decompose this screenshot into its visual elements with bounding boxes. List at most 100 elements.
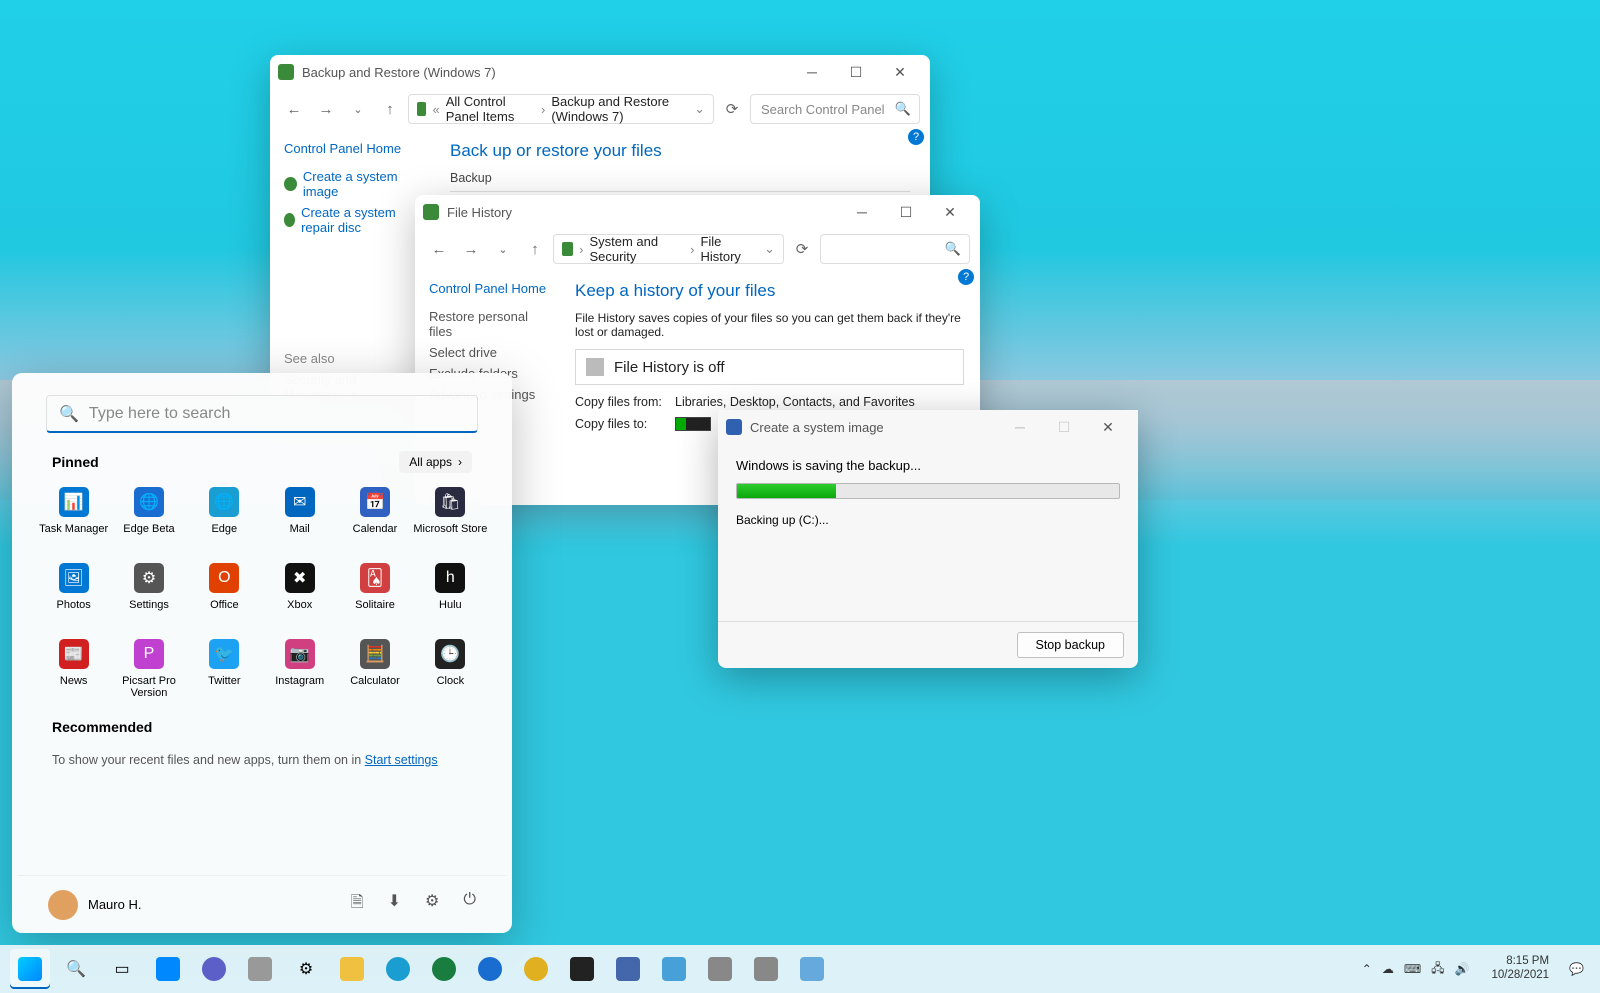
search-input[interactable]: 🔍 (820, 234, 970, 264)
settings-icon[interactable]: ⚙ (425, 891, 439, 918)
start-button[interactable] (10, 949, 50, 989)
edge-dev-icon (432, 957, 456, 981)
up-button[interactable]: ↑ (376, 95, 404, 123)
create-system-image-link[interactable]: Create a system image (284, 166, 426, 202)
pinned-app[interactable]: 🛍Microsoft Store (413, 481, 488, 557)
pinned-app[interactable]: 🐦Twitter (187, 633, 262, 709)
refresh-button[interactable]: ⟳ (788, 235, 816, 263)
forward-button[interactable]: → (457, 235, 485, 263)
widgets-button[interactable] (148, 949, 188, 989)
select-drive-link[interactable]: Select drive (429, 342, 551, 363)
app-icon: 🌐 (209, 487, 239, 517)
pinned-app[interactable]: 🖼Photos (36, 557, 111, 633)
control-panel-home-link[interactable]: Control Panel Home (284, 141, 426, 156)
pinned-app[interactable]: 🌐Edge (187, 481, 262, 557)
system-tray[interactable]: ⌃ ☁ ⌨ 🖧 🔊 (1354, 959, 1478, 980)
taskbar-settings[interactable]: ⚙ (286, 949, 326, 989)
address-bar[interactable]: › System and Security › File History ⌄ (553, 234, 784, 264)
taskbar-paint[interactable] (792, 949, 832, 989)
taskbar-snip[interactable] (746, 949, 786, 989)
pinned-app[interactable]: hHulu (413, 557, 488, 633)
search-input[interactable]: Search Control Panel 🔍 (750, 94, 920, 124)
titlebar[interactable]: Backup and Restore (Windows 7) ─ ☐ ✕ (270, 55, 930, 89)
maximize-button[interactable]: ☐ (884, 197, 928, 227)
address-bar[interactable]: « All Control Panel Items › Backup and R… (408, 94, 714, 124)
restore-files-link[interactable]: Restore personal files (429, 306, 551, 342)
taskbar-edge[interactable] (378, 949, 418, 989)
taskbar-terminal[interactable] (562, 949, 602, 989)
history-dropdown[interactable]: ⌄ (344, 95, 372, 123)
pinned-app[interactable]: 📷Instagram (262, 633, 337, 709)
control-panel-home-link[interactable]: Control Panel Home (429, 281, 551, 296)
chevron-down-icon[interactable]: ⌄ (764, 241, 775, 257)
clock[interactable]: 8:15 PM 10/28/2021 (1483, 955, 1557, 983)
volume-icon[interactable]: 🔊 (1455, 962, 1470, 976)
pinned-app[interactable]: PPicsart Pro Version (111, 633, 186, 709)
taskbar-edge-beta[interactable] (470, 949, 510, 989)
user-account-button[interactable]: Mauro H. (48, 890, 141, 920)
pinned-app[interactable]: OOffice (187, 557, 262, 633)
taskbar-notes[interactable] (654, 949, 694, 989)
network-icon[interactable]: 🖧 (1431, 959, 1444, 980)
info-icon[interactable]: ? (908, 129, 924, 145)
downloads-icon[interactable]: ⬇ (388, 891, 401, 918)
pinned-app[interactable]: 🂡Solitaire (337, 557, 412, 633)
stop-backup-button[interactable]: Stop backup (1017, 632, 1125, 658)
maximize-button[interactable]: ☐ (834, 57, 878, 87)
taskbar-edge-dev[interactable] (424, 949, 464, 989)
close-button[interactable]: ✕ (928, 197, 972, 227)
documents-icon[interactable]: 🗎 (351, 891, 364, 918)
power-icon[interactable]: ⏻ (463, 891, 476, 918)
start-search-input[interactable]: 🔍 Type here to search (46, 395, 478, 433)
task-view-button[interactable]: ▭ (102, 949, 142, 989)
taskbar-app[interactable] (240, 949, 280, 989)
create-repair-disc-link[interactable]: Create a system repair disc (284, 202, 426, 238)
info-icon[interactable]: ? (958, 269, 974, 285)
back-button[interactable]: ← (280, 95, 308, 123)
up-button[interactable]: ↑ (521, 235, 549, 263)
titlebar[interactable]: Create a system image ─ ☐ ✕ (718, 410, 1138, 444)
app-label: News (60, 675, 88, 687)
onedrive-icon[interactable]: ☁ (1382, 962, 1394, 976)
crumb-all-items[interactable]: All Control Panel Items (446, 94, 535, 124)
chevron-up-icon[interactable]: ⌃ (1362, 962, 1372, 976)
close-button[interactable]: ✕ (1086, 412, 1130, 442)
refresh-button[interactable]: ⟳ (718, 95, 746, 123)
minimize-button[interactable]: ─ (840, 197, 884, 227)
crumb-backup[interactable]: Backup and Restore (Windows 7) (551, 94, 682, 124)
forward-button[interactable]: → (312, 95, 340, 123)
pinned-app[interactable]: ✉Mail (262, 481, 337, 557)
start-settings-link[interactable]: Start settings (365, 753, 438, 767)
history-dropdown[interactable]: ⌄ (489, 235, 517, 263)
pinned-app[interactable]: 📊Task Manager (36, 481, 111, 557)
minimize-button[interactable]: ─ (790, 57, 834, 87)
app-icon: O (209, 563, 239, 593)
notifications-button[interactable]: 💬 (1563, 962, 1590, 976)
taskbar-notepad[interactable] (608, 949, 648, 989)
close-button[interactable]: ✕ (878, 57, 922, 87)
crumb-system-security[interactable]: System and Security (589, 234, 684, 264)
taskbar-camera[interactable] (700, 949, 740, 989)
window-title: File History (447, 205, 512, 220)
minimize-button[interactable]: ─ (998, 412, 1042, 442)
pinned-app[interactable]: 📰News (36, 633, 111, 709)
pinned-app[interactable]: 🧮Calculator (337, 633, 412, 709)
taskbar-explorer[interactable] (332, 949, 372, 989)
crumb-file-history[interactable]: File History (700, 234, 752, 264)
chevron-down-icon[interactable]: ⌄ (694, 101, 705, 117)
pinned-app[interactable]: ✖Xbox (262, 557, 337, 633)
pinned-app[interactable]: 🕒Clock (413, 633, 488, 709)
search-button[interactable]: 🔍 (56, 949, 96, 989)
back-button[interactable]: ← (425, 235, 453, 263)
pinned-app[interactable]: 🌐Edge Beta (111, 481, 186, 557)
titlebar[interactable]: File History ─ ☐ ✕ (415, 195, 980, 229)
time: 8:15 PM (1491, 955, 1549, 969)
keyboard-icon[interactable]: ⌨ (1404, 962, 1421, 976)
chat-button[interactable] (194, 949, 234, 989)
backup-icon (278, 64, 294, 80)
pinned-apps-grid: 📊Task Manager🌐Edge Beta🌐Edge✉Mail📅Calend… (18, 481, 506, 709)
taskbar-edge-canary[interactable] (516, 949, 556, 989)
pinned-app[interactable]: ⚙Settings (111, 557, 186, 633)
all-apps-button[interactable]: All apps› (399, 451, 472, 473)
pinned-app[interactable]: 📅Calendar (337, 481, 412, 557)
